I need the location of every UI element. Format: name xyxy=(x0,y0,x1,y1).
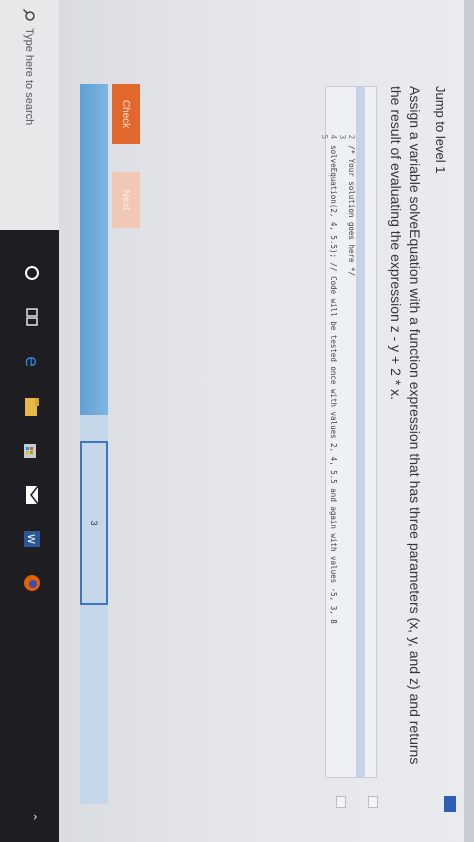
cortana-icon[interactable] xyxy=(21,262,43,284)
mail-icon[interactable] xyxy=(21,484,43,506)
code-line[interactable]: 2/* Your solution goes here */ xyxy=(347,87,365,777)
svg-text:W: W xyxy=(25,534,36,544)
taskbar-search-box[interactable]: Type here to search xyxy=(0,0,59,230)
blue-tab-marker xyxy=(444,796,456,812)
word-icon[interactable]: W xyxy=(21,528,43,550)
progress-fill xyxy=(80,84,108,416)
side-checkbox[interactable] xyxy=(368,796,378,808)
code-line[interactable]: 3 xyxy=(338,87,356,777)
search-icon xyxy=(23,8,36,21)
level-indicator[interactable]: 3 xyxy=(80,441,108,605)
problem-prompt: Assign a variable solveEquation with a f… xyxy=(388,86,423,765)
file-explorer-icon[interactable] xyxy=(21,396,43,418)
check-button[interactable]: Check xyxy=(112,84,140,144)
code-line[interactable]: 4solveEquation(2, 4, 5.5); // Code will … xyxy=(329,87,347,777)
code-line[interactable]: 1 xyxy=(356,87,374,777)
level-bar-area: Check Next 3 xyxy=(59,0,144,842)
windows-taskbar: Type here to search e W ⌃ xyxy=(0,0,59,842)
store-icon[interactable] xyxy=(21,440,43,462)
jump-to-level-link[interactable]: Jump to level 1 xyxy=(433,86,448,173)
svg-text:e: e xyxy=(22,356,42,367)
code-editor[interactable]: 1 2/* Your solution goes here */ 3 4solv… xyxy=(320,86,377,778)
rotated-screen: Jump to level 1 Assign a variable solveE… xyxy=(0,0,474,842)
chevron-up-icon[interactable]: ⌃ xyxy=(25,812,39,822)
next-button[interactable]: Next xyxy=(112,172,140,228)
content-page: Jump to level 1 Assign a variable solveE… xyxy=(59,0,474,842)
edge-icon[interactable]: e xyxy=(21,352,43,374)
side-checkbox[interactable] xyxy=(336,796,346,808)
code-line[interactable]: 5 xyxy=(320,87,338,777)
firefox-icon[interactable] xyxy=(21,572,43,594)
top-strip xyxy=(464,0,474,842)
search-placeholder: Type here to search xyxy=(23,28,36,126)
task-view-icon[interactable] xyxy=(21,306,43,328)
line-number: 5 xyxy=(320,134,329,140)
